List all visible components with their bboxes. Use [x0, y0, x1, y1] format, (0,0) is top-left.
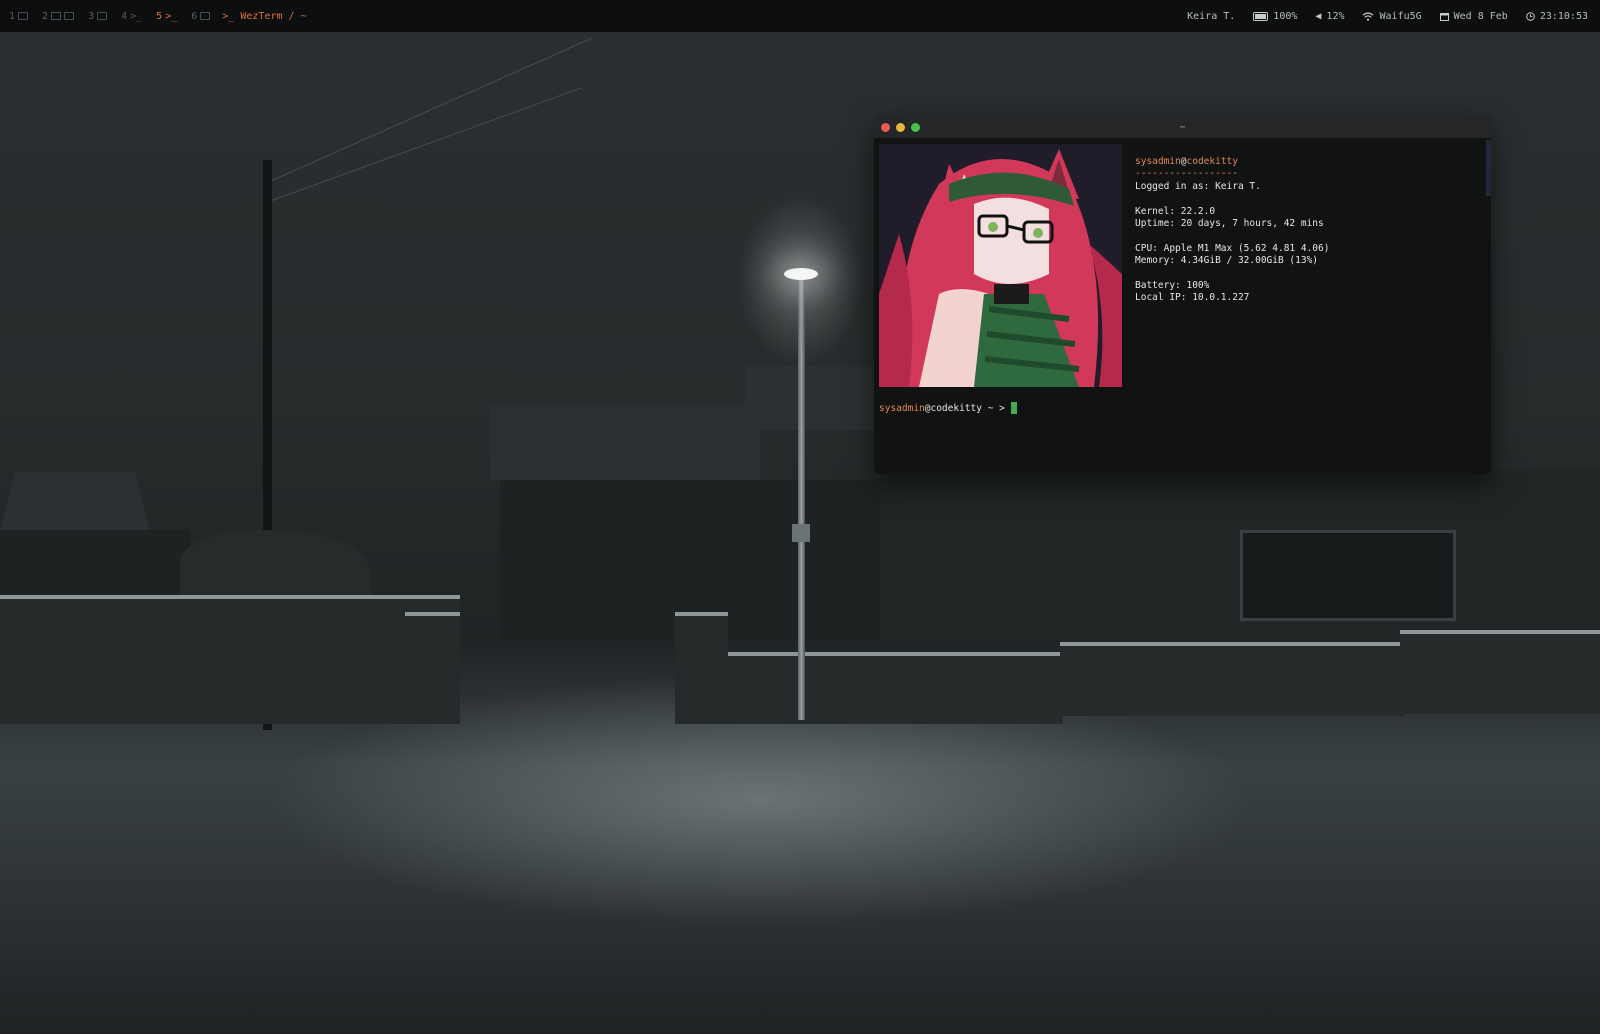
workspace-1[interactable]: 1	[9, 10, 29, 22]
speaker-icon: ◀	[1315, 10, 1322, 22]
terminal-body[interactable]: sysadmin@codekitty ------------------ Lo…	[874, 138, 1491, 474]
window-icon	[51, 12, 62, 20]
battery-level: 100%	[1273, 10, 1298, 22]
text-cursor	[1010, 402, 1017, 414]
power-line	[271, 87, 583, 201]
house-roof	[0, 472, 150, 532]
wifi-indicator[interactable]: Waifu5G	[1362, 10, 1422, 22]
prompt-symbol: ~ >	[981, 402, 1005, 414]
clock-time: 23:10:53	[1539, 10, 1588, 22]
info-uptime: Uptime: 20 days, 7 hours, 42 mins	[1135, 218, 1324, 230]
date-text: Wed 8 Feb	[1453, 10, 1508, 22]
workspace-4[interactable]: 4 >_	[121, 11, 142, 22]
clock-indicator[interactable]: 23:10:53	[1526, 11, 1588, 22]
info-cpu: CPU: Apple M1 Max (5.62 4.81 4.06)	[1135, 242, 1330, 254]
menu-bar: 1 2 3 4 >_ 5 >_ 6 >_ WezTerm / ~ Keira T…	[0, 0, 1600, 32]
info-battery: Battery: 100%	[1135, 280, 1210, 292]
workspace-2[interactable]: 2	[42, 10, 75, 22]
calendar-icon	[1439, 12, 1449, 21]
info-memory: Memory: 4.34GiB / 32.00GiB (13%)	[1135, 255, 1319, 267]
battery-icon	[1253, 11, 1269, 21]
garden-wall	[1060, 642, 1405, 716]
info-kernel: Kernel: 22.2.0	[1135, 205, 1216, 217]
workspace-number: 5	[156, 10, 163, 22]
wifi-name: Waifu5G	[1379, 10, 1422, 22]
wifi-icon	[1363, 12, 1374, 21]
prompt-host: @codekitty	[924, 402, 982, 414]
terminal-titlebar[interactable]: ~	[874, 116, 1491, 138]
workspace-number: 3	[88, 10, 95, 22]
workspace-5[interactable]: 5 >_	[156, 11, 177, 22]
desktop: 1 2 3 4 >_ 5 >_ 6 >_ WezTerm / ~ Keira T…	[0, 0, 1600, 1034]
garden-wall	[0, 595, 460, 724]
wall-pillar	[405, 612, 460, 724]
street-lamp-light	[784, 268, 818, 280]
system-info: sysadmin@codekitty ------------------ Lo…	[1135, 156, 1329, 305]
terminal-icon: >_	[165, 10, 178, 22]
workspace-6[interactable]: 6	[191, 10, 211, 22]
status-area: Keira T. 100% ◀ 12% Waifu5G Wed 8 Feb 23…	[1187, 11, 1588, 22]
volume-level: 12%	[1326, 10, 1345, 22]
date-indicator[interactable]: Wed 8 Feb	[1439, 10, 1508, 22]
terminal-icon: >_	[130, 10, 143, 22]
workspace-number: 6	[191, 10, 198, 22]
active-window-title: WezTerm / ~	[240, 10, 307, 22]
workspace-switcher: 1 2 3 4 >_ 5 >_ 6	[9, 10, 211, 22]
shell-prompt[interactable]: sysadmin @codekitty ~ >	[879, 402, 1017, 414]
volume-indicator[interactable]: ◀ 12%	[1315, 11, 1344, 22]
garden-wall	[728, 652, 1063, 724]
power-line	[271, 37, 592, 181]
window-icon	[18, 12, 29, 20]
workspace-3[interactable]: 3	[88, 10, 108, 22]
info-user: sysadmin	[1135, 156, 1181, 167]
workspace-number: 2	[42, 10, 49, 22]
clock-icon	[1526, 11, 1535, 21]
workspace-number: 4	[121, 10, 128, 22]
info-local-ip: Local IP: 10.0.1.227	[1135, 292, 1250, 304]
info-logged-in: Logged in as: Keira T.	[1135, 180, 1261, 192]
info-host: codekitty	[1186, 156, 1238, 167]
house-roof	[490, 405, 760, 480]
window-icon	[200, 12, 211, 20]
user-name: Keira T.	[1187, 10, 1236, 22]
terminal-title: ~	[1179, 121, 1186, 133]
garage-door	[1240, 530, 1456, 621]
terminal-window[interactable]: ~ sysadmin@codekitty ------------------ …	[874, 116, 1491, 474]
wall-pillar	[675, 612, 728, 724]
user-indicator[interactable]: Keira T.	[1187, 11, 1235, 22]
info-separator: ------------------	[1135, 168, 1238, 180]
workspace-number: 1	[9, 10, 16, 22]
battery-indicator[interactable]: 100%	[1253, 11, 1297, 22]
terminal-scrollbar[interactable]	[1486, 140, 1491, 196]
street-lamp-box	[792, 524, 810, 542]
garden-wall	[1400, 630, 1600, 714]
active-window-indicator[interactable]: >_ WezTerm / ~	[222, 11, 306, 22]
window-icon	[97, 12, 108, 20]
anime-avatar-image	[879, 144, 1122, 387]
house-roof	[745, 365, 885, 430]
prompt-user: sysadmin	[879, 402, 925, 414]
terminal-icon: >_	[222, 10, 235, 22]
street-lamp-post	[798, 280, 805, 720]
window-icon	[64, 12, 75, 20]
